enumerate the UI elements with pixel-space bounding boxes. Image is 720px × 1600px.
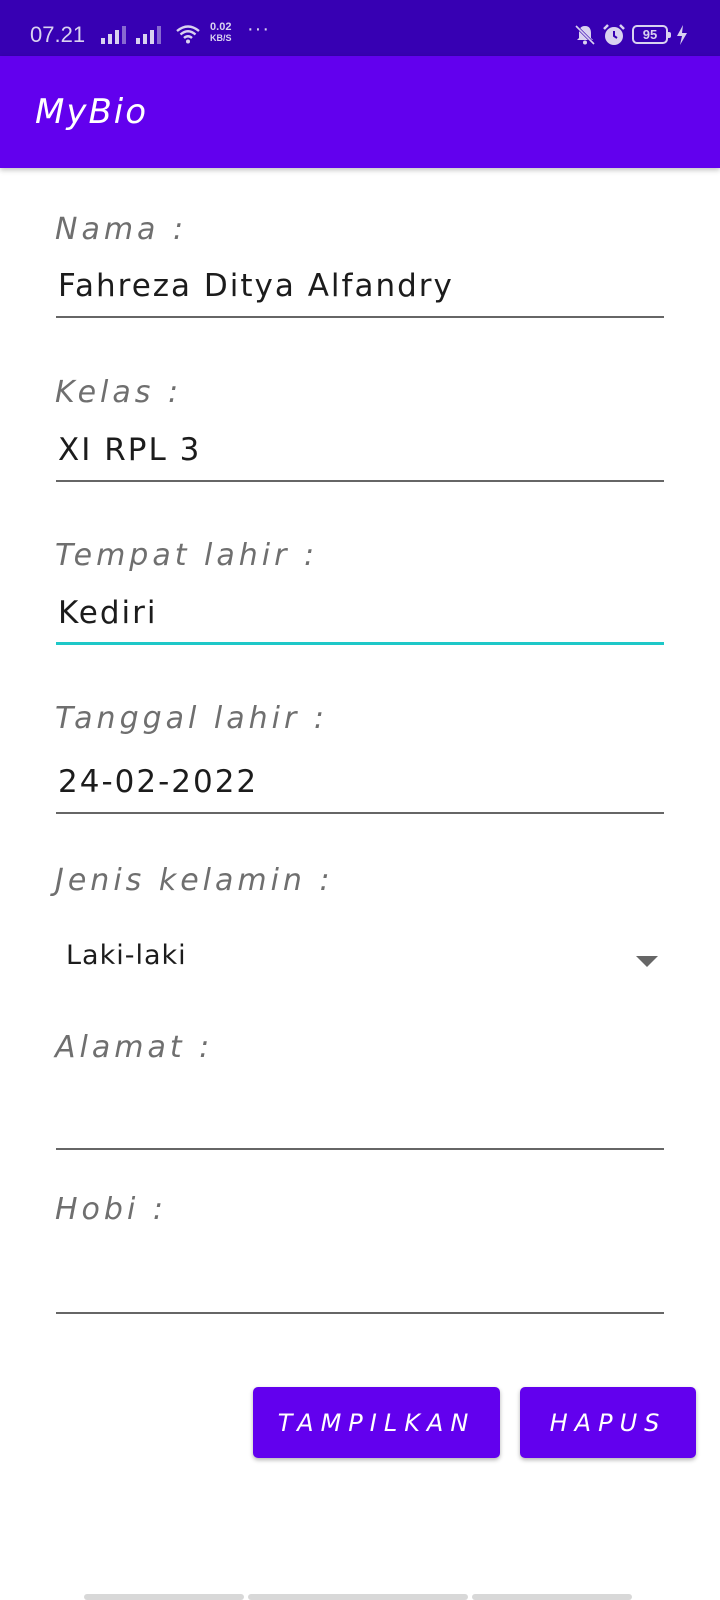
app-bar: MyBio xyxy=(0,56,720,168)
app-title: MyBio xyxy=(35,92,149,132)
nav-pill xyxy=(84,1594,244,1600)
hobi-input[interactable] xyxy=(56,1254,664,1314)
nav-pill xyxy=(248,1594,468,1600)
nama-label: Nama : xyxy=(55,212,188,247)
alamat-label: Alamat : xyxy=(55,1030,214,1065)
hapus-button[interactable]: HAPUS xyxy=(520,1387,696,1458)
tempat-lahir-label: Tempat lahir : xyxy=(55,538,319,573)
speed-unit: KB/S xyxy=(210,33,232,43)
kelas-label: Kelas : xyxy=(55,375,183,410)
more-icon: ··· xyxy=(247,18,270,40)
kelas-input[interactable] xyxy=(56,422,664,482)
status-time: 07.21 xyxy=(30,22,86,47)
jenis-kelamin-label: Jenis kelamin : xyxy=(55,863,334,898)
signal-icon xyxy=(136,26,161,44)
nama-input[interactable] xyxy=(56,258,664,318)
tampilkan-button[interactable]: TAMPILKAN xyxy=(253,1387,500,1458)
tanggal-lahir-input[interactable] xyxy=(56,754,664,814)
battery-icon: 95 xyxy=(632,25,671,44)
tempat-lahir-input[interactable] xyxy=(56,585,664,645)
alarm-icon xyxy=(603,24,625,45)
charging-icon xyxy=(677,25,687,45)
nav-pill xyxy=(472,1594,632,1600)
jenis-kelamin-dropdown[interactable]: Laki-laki xyxy=(56,934,664,988)
dropdown-arrow-icon xyxy=(636,956,658,967)
jenis-kelamin-value: Laki-laki xyxy=(66,940,187,971)
hobi-label: Hobi : xyxy=(55,1192,167,1227)
signal-icon xyxy=(101,26,126,44)
status-bar: 07.21 0.02 KB/S ··· 95 xyxy=(0,0,720,56)
tanggal-lahir-label: Tanggal lahir : xyxy=(55,701,328,736)
bell-off-icon xyxy=(574,24,596,46)
network-speed: 0.02 KB/S xyxy=(210,22,232,44)
speed-value: 0.02 xyxy=(210,21,232,33)
wifi-icon xyxy=(176,25,200,44)
alamat-input[interactable] xyxy=(56,1090,664,1150)
